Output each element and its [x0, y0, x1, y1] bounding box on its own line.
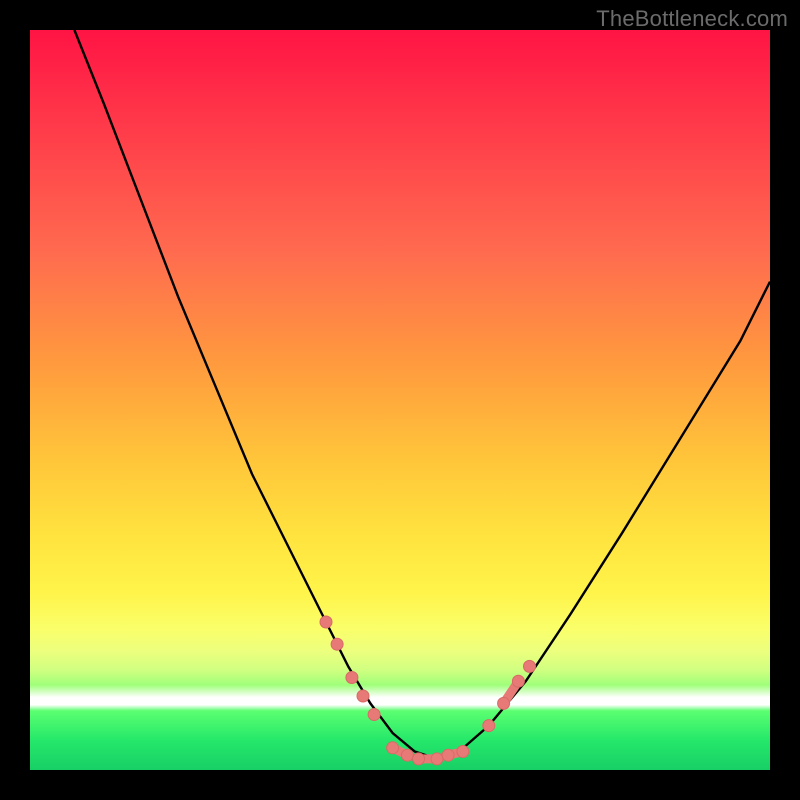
marker-dot — [401, 749, 413, 761]
marker-dot — [512, 675, 524, 687]
marker-dot — [431, 753, 443, 765]
marker-dot — [320, 616, 332, 628]
marker-dot — [483, 720, 495, 732]
marker-dot — [368, 709, 380, 721]
marker-dot — [498, 697, 510, 709]
marker-dot — [413, 753, 425, 765]
chart-svg — [30, 30, 770, 770]
watermark-text: TheBottleneck.com — [596, 6, 788, 32]
marker-dot — [524, 660, 536, 672]
marker-dot — [442, 749, 454, 761]
marker-dot — [357, 690, 369, 702]
marker-dot — [346, 672, 358, 684]
marker-dot — [331, 638, 343, 650]
marker-group — [320, 616, 536, 765]
marker-dot — [457, 746, 469, 758]
marker-dot — [387, 742, 399, 754]
bottleneck-curve — [74, 30, 770, 759]
chart-area — [30, 30, 770, 770]
